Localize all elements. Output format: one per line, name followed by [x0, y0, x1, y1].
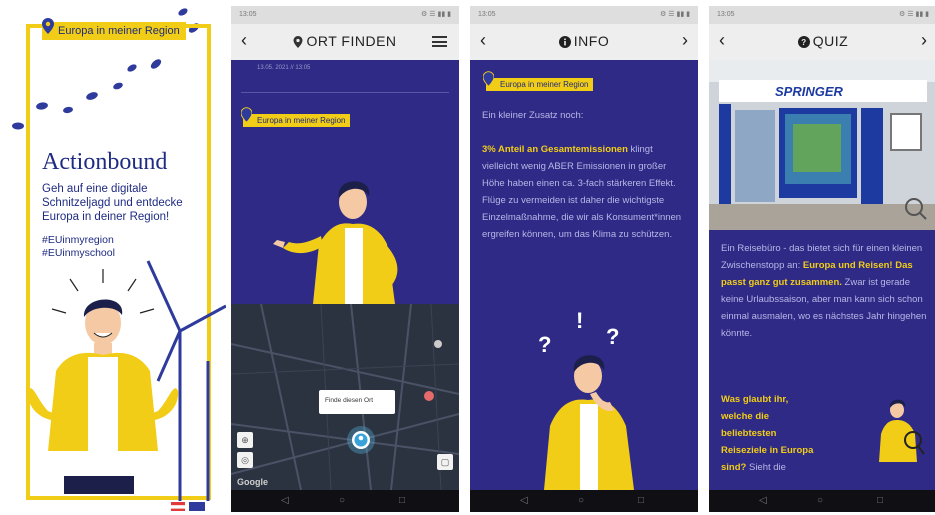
- nav-back-icon[interactable]: ◁: [759, 495, 767, 506]
- character-illustration: [27, 260, 226, 501]
- location-pin-icon: [42, 18, 54, 34]
- status-bar: 13:05 ⚙ ☰ ▮▮ ▮: [709, 6, 935, 24]
- status-icons: ⚙ ☰ ▮▮ ▮: [660, 11, 690, 18]
- svg-text:?: ?: [538, 332, 551, 357]
- status-bar: 13:05 ⚙ ☰ ▮▮ ▮: [470, 6, 698, 24]
- phone-find-location: 13:05 ⚙ ☰ ▮▮ ▮ ‹ ORT FINDEN 13.05. 2021 …: [231, 6, 459, 512]
- poster-subtitle: Geh auf eine digitale Schnitzeljagd und …: [42, 183, 183, 223]
- app-bar: ‹ ? QUIZ ›: [709, 24, 935, 60]
- screen-title-text: QUIZ: [812, 33, 849, 49]
- app-bar: ‹ ORT FINDEN: [231, 24, 459, 60]
- map-view[interactable]: Finde diesen Ort ⊕ ◎ ▢ Google: [231, 304, 459, 490]
- info-intro: Ein kleiner Zusatz noch:: [482, 110, 584, 121]
- magnifier-character-illustration: [879, 399, 925, 462]
- nav-recents-icon[interactable]: □: [638, 495, 644, 506]
- timestamp: 13.05. 2021 // 13:05: [257, 65, 311, 71]
- map-control-button[interactable]: ◎: [237, 452, 253, 468]
- location-pin-icon: [241, 107, 252, 123]
- info-icon: [558, 36, 571, 48]
- app-bar: ‹ INFO ›: [470, 24, 698, 60]
- divider: [241, 92, 449, 93]
- phone-info: 13:05 ⚙ ☰ ▮▮ ▮ ‹ INFO › Europa in meiner…: [470, 6, 698, 512]
- svg-text:!: !: [576, 308, 583, 333]
- phone-quiz: 13:05 ⚙ ☰ ▮▮ ▮ ‹ ? QUIZ › SPRINGER Ein R…: [709, 6, 935, 512]
- info-text: Ein kleiner Zusatz noch: 3% Anteil an Ge…: [482, 107, 686, 243]
- status-time: 13:05: [239, 11, 257, 18]
- hashtag: #EUinmyregion: [42, 234, 114, 246]
- status-time: 13:05: [717, 11, 735, 18]
- status-time: 13:05: [478, 11, 496, 18]
- screenshot-collage: Europa in meiner Region Actionbound Geh …: [0, 0, 935, 515]
- region-chip: Europa in meiner Region: [243, 114, 350, 127]
- screen-title: INFO: [470, 33, 698, 49]
- quiz-text: Ein Reisebüro - das bietet sich für eine…: [721, 240, 929, 342]
- system-nav-bar: ◁ ○ □: [470, 490, 698, 512]
- system-nav-bar: ◁ ○ □: [231, 490, 459, 512]
- info-highlight: 3% Anteil an Gesamtemissionen: [482, 144, 628, 155]
- nav-home-icon[interactable]: ○: [578, 495, 584, 506]
- status-bar: 13:05 ⚙ ☰ ▮▮ ▮: [231, 6, 459, 24]
- svg-text:?: ?: [801, 38, 806, 47]
- character-pointing-illustration: [273, 181, 398, 304]
- location-pin-icon: [293, 36, 303, 48]
- nav-home-icon[interactable]: ○: [817, 495, 823, 506]
- menu-icon[interactable]: [432, 36, 447, 47]
- map-control-button[interactable]: ▢: [437, 454, 453, 470]
- nav-home-icon[interactable]: ○: [339, 495, 345, 506]
- svg-text:?: ?: [606, 324, 619, 349]
- nav-recents-icon[interactable]: □: [877, 495, 883, 506]
- screen-title: ? QUIZ: [709, 33, 935, 49]
- shopfront-image: SPRINGER: [709, 60, 935, 230]
- map-popup: Finde diesen Ort: [319, 390, 395, 414]
- poster: Europa in meiner Region Actionbound Geh …: [8, 6, 226, 511]
- quiz-question-tail: Sieht die: [748, 462, 786, 473]
- thinking-character-illustration: ? ! ?: [538, 308, 634, 490]
- travel-agency-photo[interactable]: SPRINGER: [709, 60, 935, 230]
- screen-title: ORT FINDEN: [231, 33, 459, 49]
- question-icon: ?: [797, 36, 810, 48]
- system-nav-bar: ◁ ○ □: [709, 490, 935, 512]
- flags-logo: [171, 502, 205, 511]
- status-icons: ⚙ ☰ ▮▮ ▮: [421, 11, 451, 18]
- google-logo: Google: [237, 477, 268, 487]
- forward-button[interactable]: ›: [682, 30, 688, 51]
- screen-title-text: INFO: [573, 33, 610, 49]
- shop-sign: SPRINGER: [775, 84, 844, 99]
- info-body: klingt vielleicht wenig ABER Emissionen …: [482, 144, 682, 240]
- screen-title-text: ORT FINDEN: [306, 33, 397, 49]
- nav-back-icon[interactable]: ◁: [281, 495, 289, 506]
- map-control-button[interactable]: ⊕: [237, 432, 253, 448]
- nav-back-icon[interactable]: ◁: [520, 495, 528, 506]
- nav-recents-icon[interactable]: □: [399, 495, 405, 506]
- poster-title: Actionbound: [42, 149, 168, 175]
- region-chip: Europa in meiner Region: [486, 78, 593, 91]
- region-chip: Europa in meiner Region: [42, 22, 186, 40]
- status-icons: ⚙ ☰ ▮▮ ▮: [899, 11, 929, 18]
- forward-button[interactable]: ›: [921, 30, 927, 51]
- location-pin-icon: [483, 71, 494, 87]
- quiz-question: Was glaubt ihr, welche die beliebtesten …: [721, 391, 821, 476]
